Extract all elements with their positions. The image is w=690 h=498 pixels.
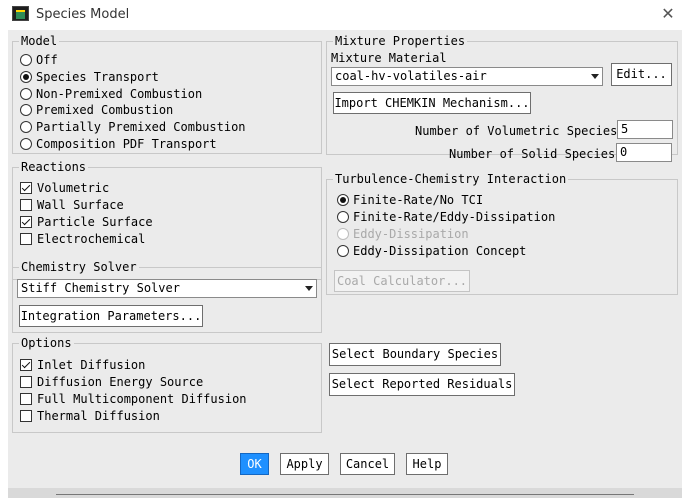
checkbox-electrochemical[interactable]: Electrochemical (20, 231, 145, 247)
checkbox-wall-surface-box[interactable] (20, 199, 32, 211)
chemistry-solver-select[interactable]: Stiff Chemistry Solver (17, 279, 317, 298)
radio-non-premixed-indicator[interactable] (20, 88, 32, 100)
checkbox-particle-surface-label: Particle Surface (37, 215, 153, 229)
checkbox-electrochemical-box[interactable] (20, 233, 32, 245)
radio-finite-rate-eddy-label: Finite-Rate/Eddy-Dissipation (353, 210, 556, 224)
ok-button[interactable]: OK (240, 453, 269, 475)
chevron-down-icon[interactable] (305, 286, 313, 291)
volumetric-species-field[interactable]: 5 (617, 120, 673, 139)
select-boundary-species-button[interactable]: Select Boundary Species (329, 343, 501, 366)
radio-off[interactable]: Off (20, 52, 58, 68)
radio-premixed-indicator[interactable] (20, 104, 32, 116)
chemistry-solver-value: Stiff Chemistry Solver (21, 281, 180, 295)
chevron-down-icon[interactable] (591, 74, 599, 79)
checkbox-thermal-diffusion-label: Thermal Diffusion (37, 409, 160, 423)
radio-finite-rate-no-tci[interactable]: Finite-Rate/No TCI (337, 192, 483, 208)
radio-eddy-dissipation: Eddy-Dissipation (337, 226, 469, 242)
radio-species-transport-indicator[interactable] (20, 71, 32, 83)
integration-parameters-button[interactable]: Integration Parameters... (19, 305, 203, 327)
radio-non-premixed-label: Non-Premixed Combustion (36, 87, 203, 101)
radio-non-premixed[interactable]: Non-Premixed Combustion (20, 86, 202, 102)
solid-species-field[interactable]: 0 (616, 143, 672, 162)
radio-off-label: Off (36, 53, 58, 67)
checkbox-volumetric-label: Volumetric (37, 181, 110, 195)
options-group-title: Options (19, 336, 74, 350)
checkbox-thermal-diffusion-box[interactable] (20, 410, 32, 422)
title-bar[interactable]: Species Model ✕ (0, 0, 690, 30)
checkbox-full-multicomponent-box[interactable] (20, 393, 32, 405)
checkbox-wall-surface-label: Wall Surface (37, 198, 124, 212)
radio-eddy-dissipation-concept-indicator[interactable] (337, 245, 349, 257)
checkbox-volumetric-box[interactable] (20, 182, 32, 194)
options-group: Options Inlet Diffusion Diffusion Energy… (12, 336, 322, 433)
mixture-properties-title: Mixture Properties (333, 34, 468, 48)
radio-finite-rate-no-tci-indicator[interactable] (337, 194, 349, 206)
checkbox-electrochemical-label: Electrochemical (37, 232, 146, 246)
radio-premixed-label: Premixed Combustion (36, 103, 174, 117)
background-window-strip (8, 488, 682, 498)
checkbox-thermal-diffusion[interactable]: Thermal Diffusion (20, 408, 160, 424)
coal-calculator-button: Coal Calculator... (334, 270, 470, 292)
dialog-body: Model Off Species Transport Non-Premixed… (8, 30, 682, 488)
radio-finite-rate-eddy[interactable]: Finite-Rate/Eddy-Dissipation (337, 209, 555, 225)
mixture-material-value: coal-hv-volatiles-air (335, 69, 487, 83)
close-icon[interactable]: ✕ (654, 2, 682, 26)
checkbox-diffusion-energy-source-box[interactable] (20, 376, 32, 388)
radio-composition-pdf-label: Composition PDF Transport (36, 137, 217, 151)
radio-partially-premixed-indicator[interactable] (20, 121, 32, 133)
checkbox-diffusion-energy-source-label: Diffusion Energy Source (37, 375, 204, 389)
radio-composition-pdf[interactable]: Composition PDF Transport (20, 136, 217, 152)
fluent-app-icon (12, 6, 29, 21)
import-chemkin-button[interactable]: Import CHEMKIN Mechanism... (333, 92, 531, 114)
radio-finite-rate-no-tci-label: Finite-Rate/No TCI (353, 193, 484, 207)
radio-finite-rate-eddy-indicator[interactable] (337, 211, 349, 223)
chemistry-solver-title: Chemistry Solver (19, 260, 139, 274)
species-model-dialog: Species Model ✕ Model Off Species Transp… (0, 0, 690, 498)
mixture-properties-group: Mixture Properties Mixture Material coal… (326, 34, 678, 155)
apply-button[interactable]: Apply (280, 453, 329, 475)
checkbox-particle-surface[interactable]: Particle Surface (20, 214, 153, 230)
checkbox-inlet-diffusion-label: Inlet Diffusion (37, 358, 146, 372)
checkbox-volumetric[interactable]: Volumetric (20, 180, 109, 196)
mixture-material-label: Mixture Material (331, 51, 447, 65)
reactions-group-title: Reactions (19, 160, 89, 174)
select-reported-residuals-button[interactable]: Select Reported Residuals (329, 373, 515, 396)
radio-premixed[interactable]: Premixed Combustion (20, 102, 173, 118)
background-divider (56, 494, 634, 495)
radio-composition-pdf-indicator[interactable] (20, 138, 32, 150)
checkbox-full-multicomponent[interactable]: Full Multicomponent Diffusion (20, 391, 247, 407)
radio-eddy-dissipation-indicator (337, 228, 349, 240)
solid-species-label: Number of Solid Species (449, 147, 616, 161)
tci-group: Turbulence-Chemistry Interaction Finite-… (326, 172, 678, 295)
edit-button[interactable]: Edit... (611, 63, 672, 86)
checkbox-diffusion-energy-source[interactable]: Diffusion Energy Source (20, 374, 203, 390)
window-title: Species Model (36, 7, 130, 22)
chemistry-solver-group: Chemistry Solver Stiff Chemistry Solver … (12, 260, 322, 333)
mixture-material-select[interactable]: coal-hv-volatiles-air (331, 67, 603, 86)
checkbox-full-multicomponent-label: Full Multicomponent Diffusion (37, 392, 247, 406)
cancel-button[interactable]: Cancel (340, 453, 395, 475)
radio-species-transport[interactable]: Species Transport (20, 69, 159, 85)
help-button[interactable]: Help (406, 453, 448, 475)
radio-eddy-dissipation-concept-label: Eddy-Dissipation Concept (353, 244, 527, 258)
tci-group-title: Turbulence-Chemistry Interaction (333, 172, 569, 186)
radio-partially-premixed[interactable]: Partially Premixed Combustion (20, 119, 246, 135)
radio-species-transport-label: Species Transport (36, 70, 159, 84)
radio-partially-premixed-label: Partially Premixed Combustion (36, 120, 246, 134)
checkbox-inlet-diffusion-box[interactable] (20, 359, 32, 371)
radio-off-indicator[interactable] (20, 54, 32, 66)
checkbox-wall-surface[interactable]: Wall Surface (20, 197, 124, 213)
checkbox-particle-surface-box[interactable] (20, 216, 32, 228)
checkbox-inlet-diffusion[interactable]: Inlet Diffusion (20, 357, 145, 373)
radio-eddy-dissipation-concept[interactable]: Eddy-Dissipation Concept (337, 243, 526, 259)
model-group: Model Off Species Transport Non-Premixed… (12, 34, 322, 154)
model-group-title: Model (19, 34, 60, 48)
volumetric-species-label: Number of Volumetric Species (415, 124, 618, 138)
radio-eddy-dissipation-label: Eddy-Dissipation (353, 227, 469, 241)
